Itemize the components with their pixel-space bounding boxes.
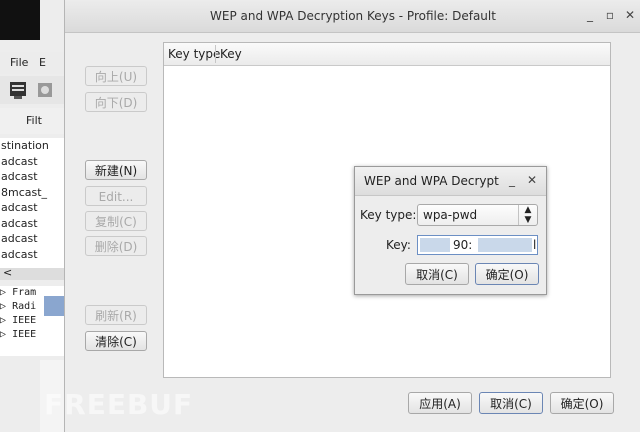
packet-list-header: stination xyxy=(1,139,49,152)
refresh-button[interactable]: 刷新(R) xyxy=(85,305,147,325)
scroll-left-arrow[interactable]: < xyxy=(3,266,12,279)
key-dialog-titlebar: WEP and WPA Decrypt _ ✕ xyxy=(355,167,546,196)
tree-item[interactable]: ▷ IEEE xyxy=(0,328,64,342)
wep-wpa-decrypt-dialog: WEP and WPA Decrypt _ ✕ Key type: wpa-pw… xyxy=(354,166,547,295)
key-input[interactable]: 90: l xyxy=(417,235,538,255)
list-item[interactable]: adcast xyxy=(0,231,64,247)
horizontal-scrollbar[interactable]: < xyxy=(0,266,64,280)
maximize-icon[interactable]: ▫ xyxy=(603,8,617,22)
options-icon[interactable] xyxy=(36,80,56,100)
new-button[interactable]: 新建(N) xyxy=(85,160,147,180)
key-label: Key: xyxy=(386,238,411,252)
key-value-tail: l xyxy=(533,238,537,252)
list-item[interactable]: adcast xyxy=(0,216,64,232)
expand-triangle-icon[interactable]: ▷ xyxy=(0,301,6,312)
ok-button[interactable]: 确定(O) xyxy=(550,392,614,414)
redacted-block xyxy=(478,238,532,252)
move-up-button[interactable]: 向上(U) xyxy=(85,66,147,86)
key-type-select[interactable]: wpa-pwd ▲ ▼ xyxy=(417,204,538,226)
filter-label: Filt xyxy=(26,114,42,127)
expand-triangle-icon[interactable]: ▷ xyxy=(0,287,6,298)
key-type-value: wpa-pwd xyxy=(423,208,478,222)
move-down-button[interactable]: 向下(D) xyxy=(85,92,147,112)
menu-edit[interactable]: E xyxy=(39,56,46,69)
list-item[interactable]: adcast xyxy=(0,169,64,185)
key-value-visible: 90: xyxy=(453,238,473,252)
redacted-block xyxy=(420,238,450,252)
menu-file[interactable]: File xyxy=(10,56,28,69)
clear-button[interactable]: 清除(C) xyxy=(85,331,147,351)
chevron-up-down-icon[interactable]: ▲ ▼ xyxy=(518,205,537,225)
column-key-type[interactable]: Key type xyxy=(168,47,220,61)
list-item[interactable]: 8mcast_ xyxy=(0,185,64,201)
minimize-icon[interactable]: _ xyxy=(505,173,519,187)
list-item[interactable]: adcast xyxy=(0,154,64,170)
watermark: FREEBUF xyxy=(44,388,194,421)
interface-list-icon[interactable] xyxy=(8,80,28,100)
close-icon[interactable]: ✕ xyxy=(623,8,637,22)
background-toolbar xyxy=(0,76,64,104)
key-type-label: Key type: xyxy=(360,208,417,222)
apply-button[interactable]: 应用(A) xyxy=(408,392,472,414)
minimize-icon[interactable]: _ xyxy=(583,8,597,22)
delete-button[interactable]: 删除(D) xyxy=(85,236,147,256)
table-header: Key type Key xyxy=(164,43,610,66)
background-window-titlebar xyxy=(0,0,40,40)
dialog-title: WEP and WPA Decryption Keys - Profile: D… xyxy=(210,9,496,23)
column-separator xyxy=(215,45,216,63)
copy-button[interactable]: 复制(C) xyxy=(85,211,147,231)
close-icon[interactable]: ✕ xyxy=(525,173,539,187)
selection-highlight xyxy=(44,296,64,316)
background-filter-bar: Filt xyxy=(0,108,64,134)
dialog-titlebar: WEP and WPA Decryption Keys - Profile: D… xyxy=(65,0,640,33)
decryption-keys-dialog: WEP and WPA Decryption Keys - Profile: D… xyxy=(64,0,640,432)
list-item[interactable]: adcast xyxy=(0,200,64,216)
expand-triangle-icon[interactable]: ▷ xyxy=(0,329,6,340)
packet-list: stination adcast adcast 8mcast_ adcast a… xyxy=(0,138,64,270)
cancel-button[interactable]: 取消(C) xyxy=(479,392,543,414)
column-key[interactable]: Key xyxy=(220,47,242,61)
key-cancel-button[interactable]: 取消(C) xyxy=(405,263,469,285)
tree-item[interactable]: ▷ IEEE xyxy=(0,314,64,328)
background-menubar: File E xyxy=(0,52,64,74)
key-dialog-title: WEP and WPA Decrypt xyxy=(364,174,499,188)
list-item[interactable]: adcast xyxy=(0,247,64,263)
key-ok-button[interactable]: 确定(O) xyxy=(475,263,539,285)
expand-triangle-icon[interactable]: ▷ xyxy=(0,315,6,326)
edit-button[interactable]: Edit... xyxy=(85,186,147,206)
